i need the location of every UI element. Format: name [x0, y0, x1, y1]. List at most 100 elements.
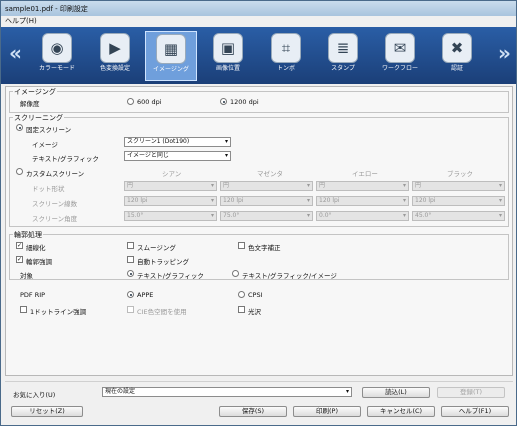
select-value: イメージと同じ: [127, 152, 169, 159]
help-button[interactable]: ヘルプ(F1): [441, 406, 509, 417]
gloss-checkbox[interactable]: [238, 306, 245, 313]
gloss-label: 光沢: [248, 308, 261, 316]
select-value: 45.0°: [415, 212, 432, 219]
tab-label: トンボ: [276, 65, 295, 72]
scroll-right-icon[interactable]: »: [498, 41, 511, 65]
select-value: 120 lpi: [223, 197, 244, 204]
select-value: 0.0°: [319, 212, 332, 219]
tab-label: ワークフロー: [381, 65, 418, 72]
edge-emphasis-checkbox[interactable]: ✓: [16, 256, 23, 263]
register-button[interactable]: 登録(T): [437, 387, 505, 398]
target-text-label: テキスト/グラフィック: [137, 272, 204, 280]
cpsi-radio[interactable]: [238, 291, 245, 298]
chevron-down-icon: ▾: [498, 182, 502, 189]
target-text-radio[interactable]: [127, 270, 134, 277]
lpi-yellow[interactable]: 120 lpi ▾: [316, 196, 409, 206]
col-yellow: イエロー: [352, 170, 378, 178]
cie-label: CIE色空間を使用: [137, 308, 187, 316]
save-button[interactable]: 保存(S): [219, 406, 287, 417]
text-screen-select[interactable]: イメージと同じ ▾: [124, 151, 231, 161]
target-all-radio[interactable]: [232, 270, 239, 277]
tab-authentication[interactable]: ✖ 認証: [431, 31, 483, 81]
pdf-rip-label: PDF RIP: [20, 291, 46, 299]
angle-cyan[interactable]: 15.0° ▾: [124, 211, 217, 221]
favorites-select[interactable]: 現在の設定 ▾: [102, 387, 352, 397]
edge-emphasis-label: 輪郭強調: [26, 258, 52, 266]
chevron-down-icon: ▾: [210, 182, 214, 189]
category-toolbar: « » ◉ カラーモード ▶ 色変換設定 ▦ イメージング ▣ 画像位置 ⌗ トンボ ≣ ス…: [1, 27, 516, 84]
chevron-down-icon: ▾: [306, 182, 310, 189]
custom-screen-radio[interactable]: [16, 168, 23, 175]
cancel-button[interactable]: キャンセル(C): [367, 406, 435, 417]
col-black: ブラック: [447, 170, 473, 178]
dot-line-checkbox[interactable]: [20, 306, 27, 313]
dot-shape-black[interactable]: 円 ▾: [412, 181, 505, 191]
lpi-magenta[interactable]: 120 lpi ▾: [220, 196, 313, 206]
thinning-label: 細線化: [26, 244, 46, 252]
res-1200-label: 1200 dpi: [230, 98, 259, 106]
color-conversion-icon: ▶: [100, 33, 130, 63]
tab-color-conversion[interactable]: ▶ 色変換設定: [89, 31, 141, 81]
menu-bar: ヘルプ(H): [1, 16, 516, 27]
tab-stamp[interactable]: ≣ スタンプ: [317, 31, 369, 81]
tab-workflow[interactable]: ✉ ワークフロー: [374, 31, 426, 81]
settings-panel: イメージング 解像度 600 dpi 1200 dpi スクリーニング 固定スク…: [5, 86, 513, 376]
select-value: 120 lpi: [415, 197, 436, 204]
chevron-down-icon: ▾: [402, 212, 406, 219]
cpsi-label: CPSI: [248, 291, 263, 299]
appe-radio[interactable]: [127, 291, 134, 298]
col-cyan: シアン: [162, 170, 182, 178]
auto-trapping-checkbox[interactable]: [127, 256, 134, 263]
color-mode-icon: ◉: [42, 33, 72, 63]
load-button[interactable]: 読込(L): [362, 387, 430, 398]
image-screen-label: イメージ: [32, 141, 58, 149]
resolution-label: 解像度: [20, 100, 40, 108]
print-button[interactable]: 印刷(P): [293, 406, 361, 417]
res-600-radio[interactable]: [127, 98, 134, 105]
lpi-cyan[interactable]: 120 lpi ▾: [124, 196, 217, 206]
select-value: 円: [319, 182, 326, 189]
image-screen-select[interactable]: スクリーン1 (Dot190) ▾: [124, 137, 231, 147]
menu-help[interactable]: ヘルプ(H): [5, 17, 37, 25]
tab-label: 画像位置: [215, 65, 240, 72]
color-char-checkbox[interactable]: [238, 242, 245, 249]
dot-shape-magenta[interactable]: 円 ▾: [220, 181, 313, 191]
imaging-group: [9, 91, 509, 113]
chevron-down-icon: ▾: [498, 197, 502, 204]
col-magenta: マゼンタ: [257, 170, 283, 178]
dot-shape-cyan[interactable]: 円 ▾: [124, 181, 217, 191]
title-bar: sample01.pdf - 印刷設定: [1, 1, 516, 16]
lpi-black[interactable]: 120 lpi ▾: [412, 196, 505, 206]
text-screen-label: テキスト/グラフィック: [32, 155, 99, 163]
dot-shape-label: ドット形状: [32, 185, 65, 193]
screening-group-title: スクリーニング: [13, 113, 64, 123]
res-600-label: 600 dpi: [137, 98, 162, 106]
angle-yellow[interactable]: 0.0° ▾: [316, 211, 409, 221]
window-title: sample01.pdf - 印刷設定: [5, 4, 88, 13]
tab-imaging[interactable]: ▦ イメージング: [145, 31, 197, 81]
select-value: 円: [127, 182, 134, 189]
fixed-screen-radio[interactable]: [16, 124, 23, 131]
dot-shape-yellow[interactable]: 円 ▾: [316, 181, 409, 191]
reset-button[interactable]: リセット(Z): [11, 406, 83, 417]
tab-crop-marks[interactable]: ⌗ トンボ: [260, 31, 312, 81]
thinning-checkbox[interactable]: ✓: [16, 242, 23, 249]
smoothing-checkbox[interactable]: [127, 242, 134, 249]
color-char-label: 色文字補正: [248, 244, 281, 252]
angle-black[interactable]: 45.0° ▾: [412, 211, 505, 221]
chevron-down-icon: ▾: [402, 197, 406, 204]
target-all-label: テキスト/グラフィック/イメージ: [242, 272, 337, 280]
tab-color-mode[interactable]: ◉ カラーモード: [31, 31, 83, 81]
print-settings-window: sample01.pdf - 印刷設定 ヘルプ(H) « » ◉ カラーモード ▶…: [0, 0, 517, 426]
chevron-down-icon: ▾: [210, 197, 214, 204]
select-value: 75.0°: [223, 212, 240, 219]
chevron-down-icon: ▾: [345, 388, 349, 395]
res-1200-radio[interactable]: [220, 98, 227, 105]
tab-image-position[interactable]: ▣ 画像位置: [202, 31, 254, 81]
cie-checkbox[interactable]: [127, 306, 134, 313]
select-value: 120 lpi: [127, 197, 148, 204]
angle-magenta[interactable]: 75.0° ▾: [220, 211, 313, 221]
scroll-left-icon[interactable]: «: [9, 41, 22, 65]
select-value: スクリーン1 (Dot190): [127, 138, 190, 145]
divider: [5, 381, 513, 382]
